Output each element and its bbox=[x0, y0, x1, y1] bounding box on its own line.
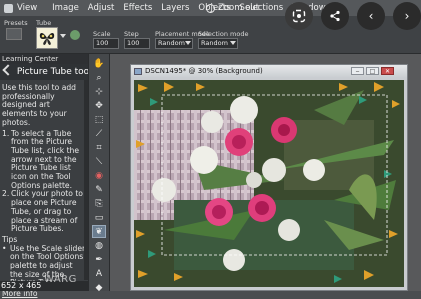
chevron-down-icon bbox=[185, 41, 191, 45]
lens-icon bbox=[292, 9, 306, 23]
next-button[interactable]: › bbox=[393, 2, 421, 30]
fill-tool-icon[interactable]: ◍ bbox=[92, 239, 106, 252]
selection-mode-value: Random bbox=[201, 39, 228, 47]
tool-heading-text: Picture Tube tool bbox=[16, 67, 88, 77]
menu-item-adjust[interactable]: Adjust bbox=[88, 3, 115, 13]
eraser-tool-icon[interactable]: ▭ bbox=[92, 211, 106, 224]
red-eye-tool-icon[interactable]: ◉ bbox=[92, 169, 106, 182]
menu-item-image[interactable]: Image bbox=[52, 3, 79, 13]
dropper-tool-icon[interactable]: ⟋ bbox=[92, 127, 106, 140]
close-button[interactable]: ✕ bbox=[381, 67, 394, 75]
chevron-right-icon: › bbox=[404, 9, 410, 23]
help-content: Use this tool to add professionally desi… bbox=[2, 83, 86, 299]
minimize-button[interactable]: ‒ bbox=[351, 67, 364, 75]
zoom-tool-icon[interactable]: ⌕ bbox=[92, 71, 106, 84]
move-tool-icon[interactable]: ✥ bbox=[92, 99, 106, 112]
selection-mode-select[interactable]: Random bbox=[198, 38, 238, 49]
share-button[interactable] bbox=[321, 2, 349, 30]
shape-tool-icon[interactable]: ◆ bbox=[92, 281, 106, 294]
presets-label: Presets bbox=[4, 19, 28, 27]
intro-text: Use this tool to add professionally desi… bbox=[2, 83, 76, 127]
crop-tool-icon[interactable]: ⌗ bbox=[92, 141, 106, 154]
learning-center-panel: Learning Center Picture Tube tool Use th… bbox=[0, 54, 88, 298]
zoom-out-label: Zoom out bbox=[218, 3, 260, 13]
presets-button[interactable] bbox=[6, 28, 22, 40]
scale-input[interactable]: 100 bbox=[93, 38, 119, 49]
step-label: Step bbox=[124, 30, 139, 38]
straighten-tool-icon[interactable]: ⟍ bbox=[92, 155, 106, 168]
lens-search-button[interactable] bbox=[285, 2, 313, 30]
maximize-button[interactable]: □ bbox=[366, 67, 379, 75]
document-title: DSCN1495* @ 30% (Background) bbox=[145, 67, 263, 75]
pan-tool-icon[interactable]: ✋ bbox=[92, 57, 106, 70]
list-item: 2. Click your photo to place one Picture… bbox=[2, 190, 86, 234]
step-text: To select a Tube from the Picture Tube l… bbox=[11, 128, 80, 190]
scale-label: Scale bbox=[93, 30, 111, 38]
zoom-out-button[interactable]: Zoom out bbox=[206, 1, 259, 15]
clone-tool-icon[interactable]: ⎘ bbox=[92, 197, 106, 210]
placement-mode-select[interactable]: Random bbox=[155, 38, 193, 49]
pen-tool-icon[interactable]: ✒ bbox=[92, 253, 106, 266]
selection-tool-icon[interactable]: ⬚ bbox=[92, 113, 106, 126]
image-canvas[interactable] bbox=[134, 80, 404, 287]
viewer-controls: ‹ › bbox=[277, 2, 421, 32]
share-icon bbox=[330, 10, 340, 22]
picture-tube-tool-icon[interactable]: ❦ bbox=[92, 225, 106, 238]
tools-toolbar: ✋ ⌕ ⊹ ✥ ⬚ ⟋ ⌗ ⟍ ◉ ✎ ⎘ ▭ ❦ ◍ ✒ A ◆ bbox=[88, 54, 110, 294]
menu-item-effects[interactable]: Effects bbox=[123, 3, 152, 13]
step-number: 2. bbox=[2, 189, 10, 199]
flower-photo bbox=[134, 80, 404, 287]
step-input[interactable]: 100 bbox=[124, 38, 150, 49]
more-info-link[interactable]: More info bbox=[2, 289, 86, 299]
step-number: 1. bbox=[2, 128, 10, 138]
document-title-bar[interactable]: DSCN1495* @ 30% (Background) ‒ □ ✕ bbox=[131, 65, 407, 78]
menu-item-layers[interactable]: Layers bbox=[161, 3, 189, 13]
tube-label: Tube bbox=[36, 19, 52, 27]
list-item: 1. To select a Tube from the Picture Tub… bbox=[2, 128, 86, 191]
picture-tube-thumbnail[interactable] bbox=[36, 27, 58, 49]
text-tool-icon[interactable]: A bbox=[92, 267, 106, 280]
chevron-down-icon bbox=[230, 41, 236, 45]
pick-tool-icon[interactable]: ⊹ bbox=[92, 85, 106, 98]
app-icons: View bbox=[4, 3, 46, 13]
document-icon bbox=[134, 68, 142, 75]
previous-button[interactable]: ‹ bbox=[357, 2, 385, 30]
step-text: Click your photo to place one Picture Tu… bbox=[11, 189, 83, 234]
chevron-left-icon: ‹ bbox=[368, 9, 374, 23]
back-arrow-icon[interactable] bbox=[2, 64, 14, 76]
watermark-text: WARG bbox=[44, 274, 77, 285]
brush-tool-icon[interactable]: ✎ bbox=[92, 183, 106, 196]
workspace: DSCN1495* @ 30% (Background) ‒ □ ✕ bbox=[110, 54, 421, 291]
tool-heading: Picture Tube tool bbox=[0, 64, 88, 80]
butterfly-icon bbox=[39, 33, 55, 45]
placement-mode-value: Random bbox=[158, 39, 185, 47]
palette-icon[interactable] bbox=[70, 30, 80, 40]
zoom-out-icon bbox=[206, 3, 215, 13]
selection-mode-label: Selection mode bbox=[198, 30, 249, 38]
tool-icon[interactable] bbox=[4, 3, 13, 13]
document-window: DSCN1495* @ 30% (Background) ‒ □ ✕ bbox=[130, 64, 408, 291]
panel-title: Learning Center bbox=[0, 54, 88, 64]
menu-item-view[interactable]: View bbox=[17, 3, 37, 13]
tube-dropdown-arrow[interactable] bbox=[60, 34, 66, 38]
